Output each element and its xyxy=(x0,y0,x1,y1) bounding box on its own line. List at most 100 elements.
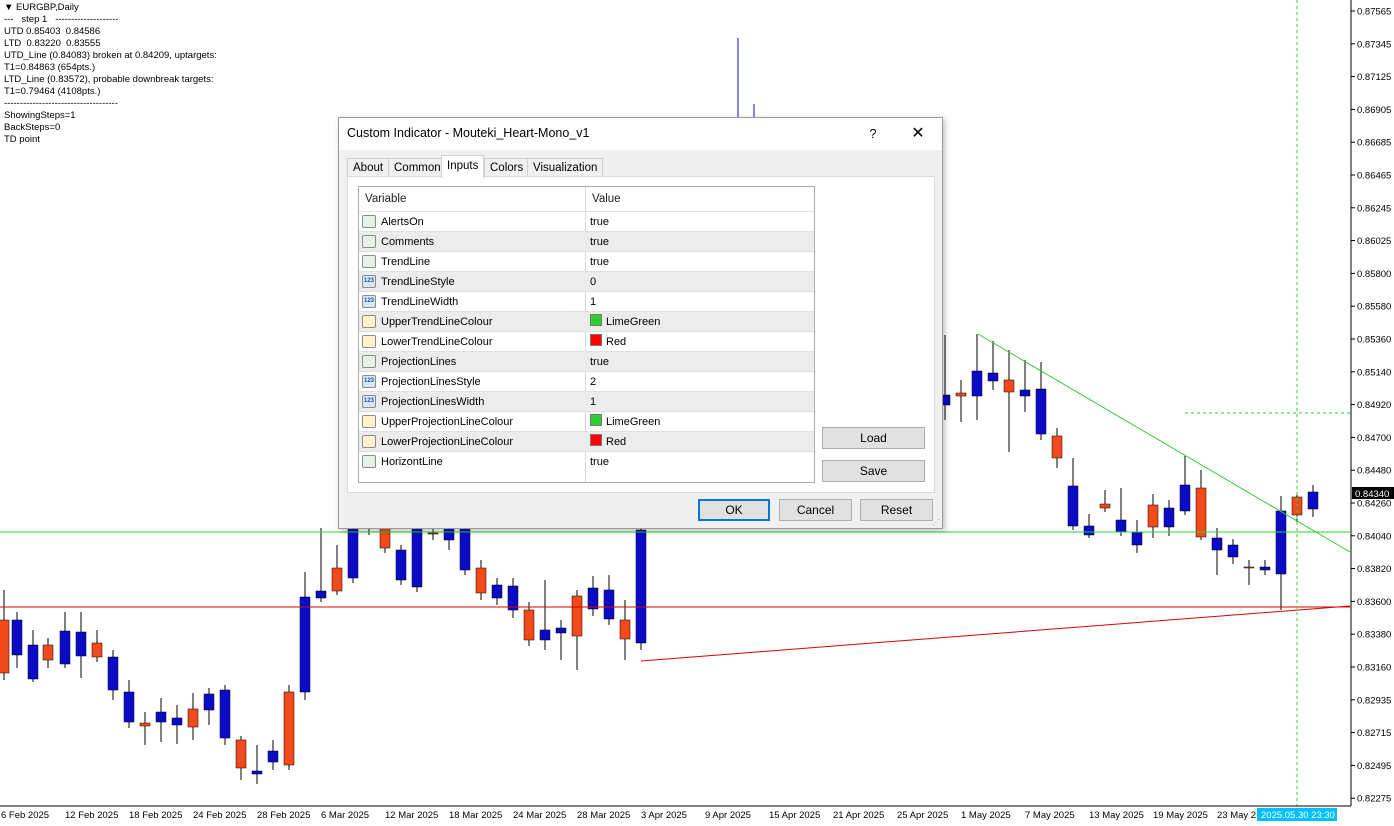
color-icon xyxy=(362,435,376,448)
date-label: 24 Feb 2025 xyxy=(193,810,246,821)
help-button[interactable]: ? xyxy=(861,123,885,145)
tab-colors[interactable]: Colors xyxy=(484,158,530,177)
load-button[interactable]: Load xyxy=(822,427,925,449)
bullish-candle xyxy=(427,532,439,535)
input-row-lowerprojectionlinecolour[interactable]: LowerProjectionLineColour Red xyxy=(359,431,814,452)
price-label: 0.85580 xyxy=(1357,302,1391,313)
tab-about[interactable]: About xyxy=(347,158,390,177)
info-line: TD point xyxy=(4,134,40,145)
dialog-titlebar[interactable]: Custom Indicator - Mouteki_Heart-Mono_v1… xyxy=(339,118,942,150)
bullish-candle xyxy=(331,567,343,592)
input-row-projectionlinesstyle[interactable]: 123 ProjectionLinesStyle 2 xyxy=(359,371,814,392)
input-row-trendlinestyle[interactable]: 123 TrendLineStyle 0 xyxy=(359,271,814,292)
tab-inputs[interactable]: Inputs xyxy=(441,155,485,178)
input-value-text: true xyxy=(590,236,609,248)
cursor-time-label: 2025.05.30 23:30 xyxy=(1261,810,1335,821)
input-row-projectionlineswidth[interactable]: 123 ProjectionLinesWidth 1 xyxy=(359,391,814,412)
input-value[interactable]: 1 xyxy=(590,292,596,312)
integer-icon: 123 xyxy=(362,295,376,308)
input-row-horizontline[interactable]: HorizontLine true xyxy=(359,451,814,472)
input-value-text: 0 xyxy=(590,276,597,288)
bullish-candle xyxy=(619,619,631,640)
bullish-candle xyxy=(187,708,199,728)
bearish-candle xyxy=(1211,537,1223,551)
price-label: 0.82935 xyxy=(1357,695,1391,706)
close-button[interactable]: ✕ xyxy=(905,123,931,145)
bearish-candle xyxy=(987,372,999,382)
info-line: UTD 0.85403 0.84586 xyxy=(4,26,101,37)
save-button[interactable]: Save xyxy=(822,460,925,482)
resize-grip-icon[interactable]: ⋰ xyxy=(932,518,940,527)
info-line: ------------------------------------ xyxy=(4,98,118,109)
input-value[interactable]: true xyxy=(590,212,609,232)
input-variable-name: UpperProjectionLineColour xyxy=(381,416,514,428)
indicator-info-panel: ▼ EURGBP,Daily --- step 1 --------------… xyxy=(4,2,217,146)
column-header-variable[interactable]: Variable xyxy=(365,187,406,211)
input-value[interactable]: Red xyxy=(590,432,626,452)
input-value[interactable]: LimeGreen xyxy=(590,312,660,332)
date-label: 18 Mar 2025 xyxy=(449,810,502,821)
input-variable-name: TrendLineWidth xyxy=(381,296,459,308)
date-label: 23 May 2 xyxy=(1217,810,1256,821)
tab-visualization[interactable]: Visualization xyxy=(527,158,604,177)
input-row-alertson[interactable]: AlertsOn true xyxy=(359,211,814,232)
date-label: 6 Feb 2025 xyxy=(1,810,49,821)
custom-indicator-dialog: Custom Indicator - Mouteki_Heart-Mono_v1… xyxy=(338,117,943,529)
input-row-lowertrendlinecolour[interactable]: LowerTrendLineColour Red xyxy=(359,331,814,352)
input-value[interactable]: 2 xyxy=(590,372,596,392)
bearish-candle xyxy=(411,527,423,588)
column-header-value[interactable]: Value xyxy=(592,187,621,211)
input-row-trendlinewidth[interactable]: 123 TrendLineWidth 1 xyxy=(359,291,814,312)
boolean-icon xyxy=(362,235,376,248)
symbol-title[interactable]: ▼ EURGBP,Daily xyxy=(4,2,217,14)
input-value[interactable]: true xyxy=(590,232,609,252)
price-label: 0.87125 xyxy=(1357,72,1391,83)
input-value[interactable]: true xyxy=(590,252,609,272)
date-label: 25 Apr 2025 xyxy=(897,810,948,821)
bearish-candle xyxy=(251,770,263,775)
input-value[interactable]: true xyxy=(590,352,609,372)
bearish-candle xyxy=(459,526,471,571)
collapse-triangle-icon[interactable]: ▼ xyxy=(4,2,16,13)
bearish-candle xyxy=(603,589,615,620)
date-label: 12 Feb 2025 xyxy=(65,810,118,821)
input-row-projectionlines[interactable]: ProjectionLines true xyxy=(359,351,814,372)
input-row-uppertrendlinecolour[interactable]: UpperTrendLineColour LimeGreen xyxy=(359,311,814,332)
date-label: 19 May 2025 xyxy=(1153,810,1208,821)
input-value-text: Red xyxy=(606,436,627,448)
input-value[interactable]: 0 xyxy=(590,272,596,292)
ok-button[interactable]: OK xyxy=(698,499,770,521)
input-variable-name: TrendLineStyle xyxy=(381,276,455,288)
boolean-icon xyxy=(362,455,376,468)
boolean-icon xyxy=(362,355,376,368)
bullish-candle xyxy=(1147,504,1159,528)
price-label: 0.84700 xyxy=(1357,433,1391,444)
bearish-candle xyxy=(507,585,519,611)
price-label: 0.87565 xyxy=(1357,7,1391,18)
bearish-candle xyxy=(1163,507,1175,528)
bearish-candle xyxy=(347,527,359,579)
input-value[interactable]: Red xyxy=(590,332,626,352)
input-row-trendline[interactable]: TrendLine true xyxy=(359,251,814,272)
price-label: 0.86025 xyxy=(1357,236,1391,247)
reset-button[interactable]: Reset xyxy=(860,499,933,521)
input-value[interactable]: 1 xyxy=(590,392,596,412)
lower-trend-line[interactable] xyxy=(640,605,1351,662)
input-row-comments[interactable]: Comments true xyxy=(359,231,814,252)
tab-common[interactable]: Common xyxy=(388,158,447,177)
bearish-candle xyxy=(155,711,167,723)
input-variable-name: UpperTrendLineColour xyxy=(381,316,493,328)
bullish-candle xyxy=(283,691,295,766)
input-value[interactable]: LimeGreen xyxy=(590,412,660,432)
inputs-table[interactable]: Variable Value AlertsOn true Comments true T… xyxy=(358,186,815,483)
bullish-candle xyxy=(955,392,967,397)
input-row-upperprojectionlinecolour[interactable]: UpperProjectionLineColour LimeGreen xyxy=(359,411,814,432)
boolean-icon xyxy=(362,215,376,228)
price-label: 0.86465 xyxy=(1357,171,1391,182)
input-value[interactable]: true xyxy=(590,452,609,472)
date-label: 28 Mar 2025 xyxy=(577,810,630,821)
price-label: 0.83380 xyxy=(1357,630,1391,641)
cancel-button[interactable]: Cancel xyxy=(779,499,852,521)
date-label: 24 Mar 2025 xyxy=(513,810,566,821)
input-value-text: true xyxy=(590,456,609,468)
